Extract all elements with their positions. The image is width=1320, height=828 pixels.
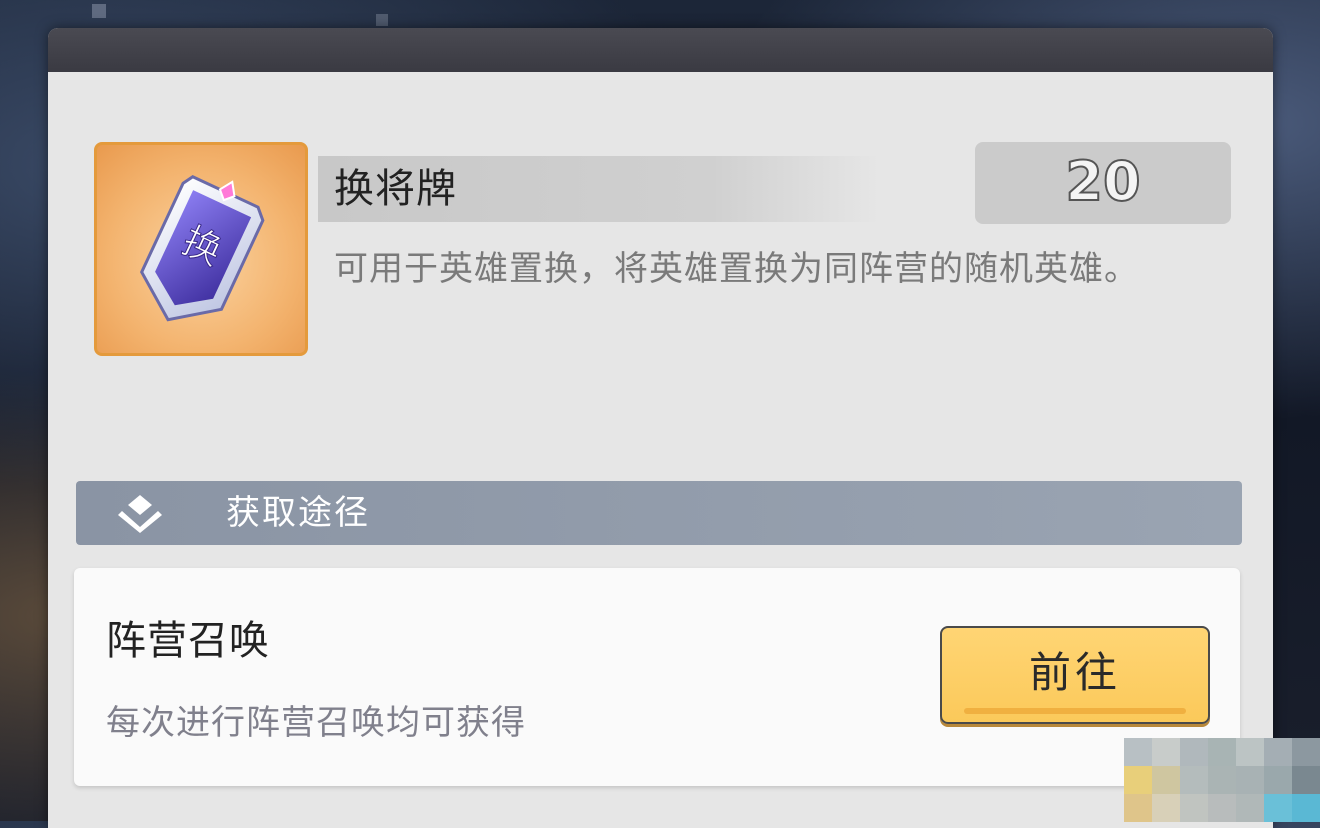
diamond-chevron-icon [118, 495, 162, 533]
panel-header [48, 28, 1273, 72]
go-button[interactable]: 前往 [940, 626, 1210, 724]
source-description: 每次进行阵营召唤均可获得 [106, 703, 526, 743]
source-title: 阵营召唤 [106, 618, 270, 664]
go-button-label: 前往 [1028, 648, 1121, 697]
hero-swap-token-icon: 换 [94, 142, 308, 356]
item-count: 20 [1064, 150, 1141, 213]
item-count-box: 20 [975, 142, 1231, 224]
acquire-section-header: 获取途径 [76, 481, 1242, 545]
item-name: 换将牌 [334, 166, 457, 212]
item-detail-panel: 换 换将牌 20 可用于英雄置换，将英雄置换为同阵营的随机英雄。 获取途径 阵营… [48, 28, 1273, 828]
source-card: 阵营召唤 每次进行阵营召唤均可获得 前往 [74, 568, 1240, 786]
item-description: 可用于英雄置换，将英雄置换为同阵营的随机英雄。 [334, 249, 1139, 289]
background-decoration [92, 4, 106, 18]
pixelated-overlay [1124, 738, 1320, 822]
acquire-section-title: 获取途径 [226, 493, 370, 533]
background-decoration [376, 14, 388, 26]
go-button-underline [964, 708, 1186, 714]
